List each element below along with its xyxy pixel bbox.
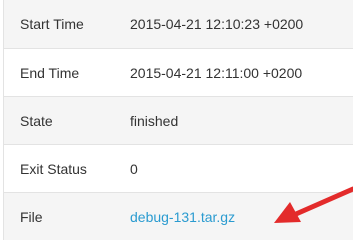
detail-row-start-time: Start Time 2015-04-21 12:10:23 +0200 [4,0,353,48]
end-time-value: 2015-04-21 12:11:00 +0200 [130,64,303,81]
detail-row-exit-status: Exit Status 0 [4,144,353,192]
state-label: State [20,112,53,129]
state-value: finished [130,112,179,129]
end-time-label: End Time [20,64,80,81]
detail-row-end-time: End Time 2015-04-21 12:11:00 +0200 [4,48,353,96]
start-time-value: 2015-04-21 12:10:23 +0200 [130,16,304,32]
detail-row-state: State finished [4,96,353,144]
red-arrow-icon [274,186,353,223]
start-time-label: Start Time [20,16,84,32]
exit-status-label: Exit Status [20,160,87,177]
file-label: File [20,208,43,225]
file-value: debug-131.tar.gz [130,193,235,240]
exit-status-value: 0 [130,160,138,177]
file-download-link[interactable]: debug-131.tar.gz [130,209,235,225]
